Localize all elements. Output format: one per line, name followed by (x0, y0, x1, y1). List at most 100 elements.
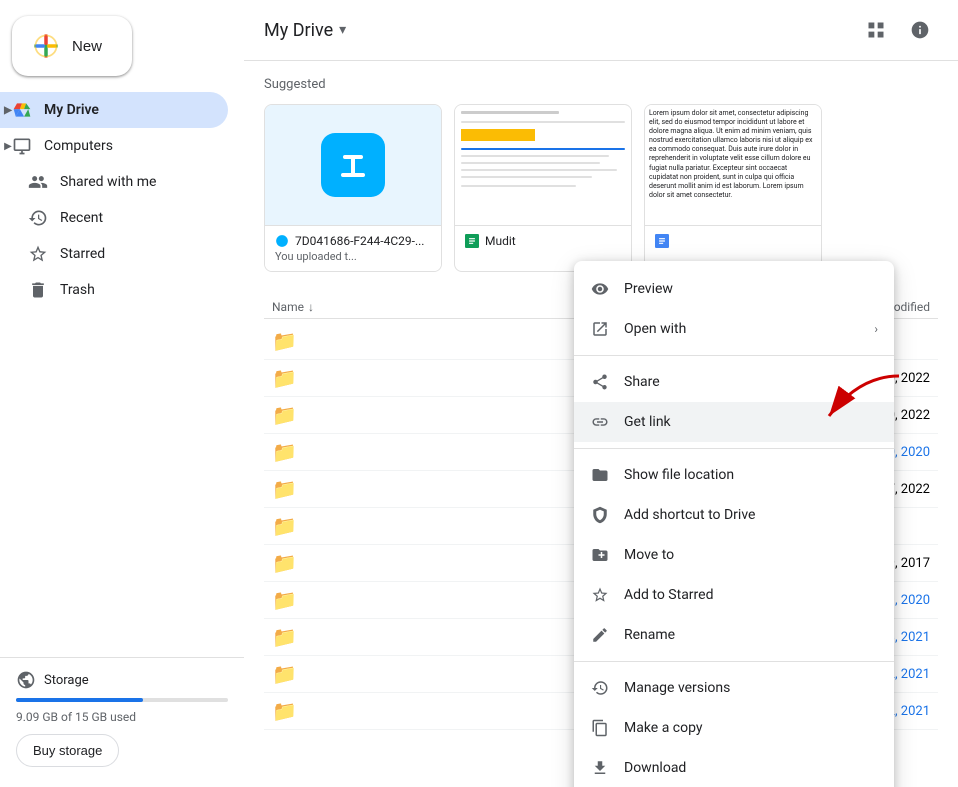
expand-icon: ▶ (0, 141, 16, 152)
trash-icon (28, 280, 48, 300)
menu-item-show-location[interactable]: Show file location (574, 455, 894, 495)
star-icon (590, 585, 610, 605)
suggested-card-2[interactable]: Mudit (454, 104, 632, 272)
shortcut-icon (590, 505, 610, 525)
storage-bar (16, 698, 228, 702)
storage-fill (16, 698, 143, 702)
card-sub-1: You uploaded t... (275, 250, 431, 263)
menu-divider (574, 448, 894, 449)
open-with-label: Open with (624, 321, 860, 337)
folder-icon: 📁 (272, 366, 300, 390)
menu-divider (574, 661, 894, 662)
folder-icon: 📁 (272, 551, 300, 575)
manage-versions-label: Manage versions (624, 680, 878, 696)
versions-icon (590, 678, 610, 698)
move-to-label: Move to (624, 547, 878, 563)
card-thumbnail-1 (265, 105, 441, 225)
suggested-cards: 7D041686-F244-4C29-... You uploaded t... (264, 104, 938, 272)
sidebar-item-label: My Drive (44, 102, 99, 118)
new-button[interactable]: New (12, 16, 132, 76)
drive-title: My Drive ▾ (264, 20, 346, 41)
card-footer-1: 7D041686-F244-4C29-... You uploaded t... (265, 225, 441, 271)
menu-item-preview[interactable]: Preview (574, 269, 894, 309)
sidebar-item-computers[interactable]: ▶ Computers (0, 128, 228, 164)
menu-item-get-link[interactable]: Get link (574, 402, 894, 442)
open-with-icon (590, 319, 610, 339)
sidebar-item-shared[interactable]: Shared with me (0, 164, 228, 200)
sidebar-item-label: Starred (60, 246, 105, 262)
card-name-3 (655, 234, 811, 248)
context-menu: Preview Open with › Share (574, 261, 894, 787)
sidebar-item-label: Computers (44, 138, 113, 154)
sidebar-item-trash[interactable]: Trash (0, 272, 228, 308)
starred-icon (28, 244, 48, 264)
recent-icon (28, 208, 48, 228)
share-icon (590, 372, 610, 392)
doc-preview-2 (455, 105, 631, 225)
info-button[interactable] (902, 12, 938, 48)
main-header: My Drive ▾ (244, 0, 958, 61)
get-link-label: Get link (624, 414, 878, 430)
doc-preview-3: Lorem ipsum dolor sit amet, consectetur … (645, 105, 821, 225)
info-icon (910, 20, 930, 40)
menu-item-share[interactable]: Share (574, 362, 894, 402)
download-icon (590, 758, 610, 778)
sort-icon: ↓ (308, 300, 314, 314)
share-label: Share (624, 374, 878, 390)
submenu-arrow-icon: › (874, 322, 878, 336)
card-footer-3 (645, 225, 821, 256)
file-icon (275, 234, 289, 248)
sheets-icon (465, 234, 479, 248)
grid-view-button[interactable] (858, 12, 894, 48)
sidebar-item-label: Recent (60, 210, 103, 226)
move-icon (590, 545, 610, 565)
menu-item-make-copy[interactable]: Make a copy (574, 708, 894, 748)
menu-item-rename[interactable]: Rename (574, 615, 894, 655)
menu-item-add-shortcut[interactable]: Add shortcut to Drive (574, 495, 894, 535)
docs-icon (655, 234, 669, 248)
menu-item-move-to[interactable]: Move to (574, 535, 894, 575)
eye-icon (590, 279, 610, 299)
sidebar-item-label: Trash (60, 282, 95, 298)
folder-icon: 📁 (272, 514, 300, 538)
dropdown-arrow-icon[interactable]: ▾ (339, 22, 346, 38)
card-name-1: 7D041686-F244-4C29-... (275, 234, 431, 248)
menu-divider (574, 355, 894, 356)
shared-icon (28, 172, 48, 192)
sidebar-item-recent[interactable]: Recent (0, 200, 228, 236)
folder-icon: 📁 (272, 699, 300, 723)
buy-storage-button[interactable]: Buy storage (16, 734, 119, 767)
card-thumbnail-2 (455, 105, 631, 225)
link-icon (590, 412, 610, 432)
add-shortcut-label: Add shortcut to Drive (624, 507, 878, 523)
copy-icon (590, 718, 610, 738)
menu-item-add-starred[interactable]: Add to Starred (574, 575, 894, 615)
suggested-card-1[interactable]: 7D041686-F244-4C29-... You uploaded t... (264, 104, 442, 272)
sidebar-item-my-drive[interactable]: ▶ My Drive (0, 92, 228, 128)
app-icon (321, 133, 385, 197)
expand-icon: ▶ (0, 105, 16, 116)
storage-label: Storage (16, 670, 228, 690)
folder-icon: 📁 (272, 625, 300, 649)
rename-icon (590, 625, 610, 645)
show-location-label: Show file location (624, 467, 878, 483)
sidebar-item-label: Shared with me (60, 174, 156, 190)
suggested-card-3[interactable]: Lorem ipsum dolor sit amet, consectetur … (644, 104, 822, 272)
menu-item-open-with[interactable]: Open with › (574, 309, 894, 349)
card-footer-2: Mudit (455, 225, 631, 256)
storage-text: 9.09 GB of 15 GB used (16, 710, 228, 724)
card-thumbnail-3: Lorem ipsum dolor sit amet, consectetur … (645, 105, 821, 225)
sidebar-navigation: ▶ My Drive ▶ Computers (0, 92, 244, 657)
storage-section: Storage 9.09 GB of 15 GB used Buy storag… (0, 657, 244, 779)
add-starred-label: Add to Starred (624, 587, 878, 603)
menu-item-manage-versions[interactable]: Manage versions (574, 668, 894, 708)
plus-icon (32, 32, 60, 60)
sidebar: New ▶ My Drive ▶ (0, 0, 244, 787)
header-icons (858, 12, 938, 48)
sidebar-item-starred[interactable]: Starred (0, 236, 228, 272)
download-label: Download (624, 760, 878, 776)
make-copy-label: Make a copy (624, 720, 878, 736)
menu-item-download[interactable]: Download (574, 748, 894, 787)
folder-icon: 📁 (272, 588, 300, 612)
new-label: New (72, 38, 102, 55)
